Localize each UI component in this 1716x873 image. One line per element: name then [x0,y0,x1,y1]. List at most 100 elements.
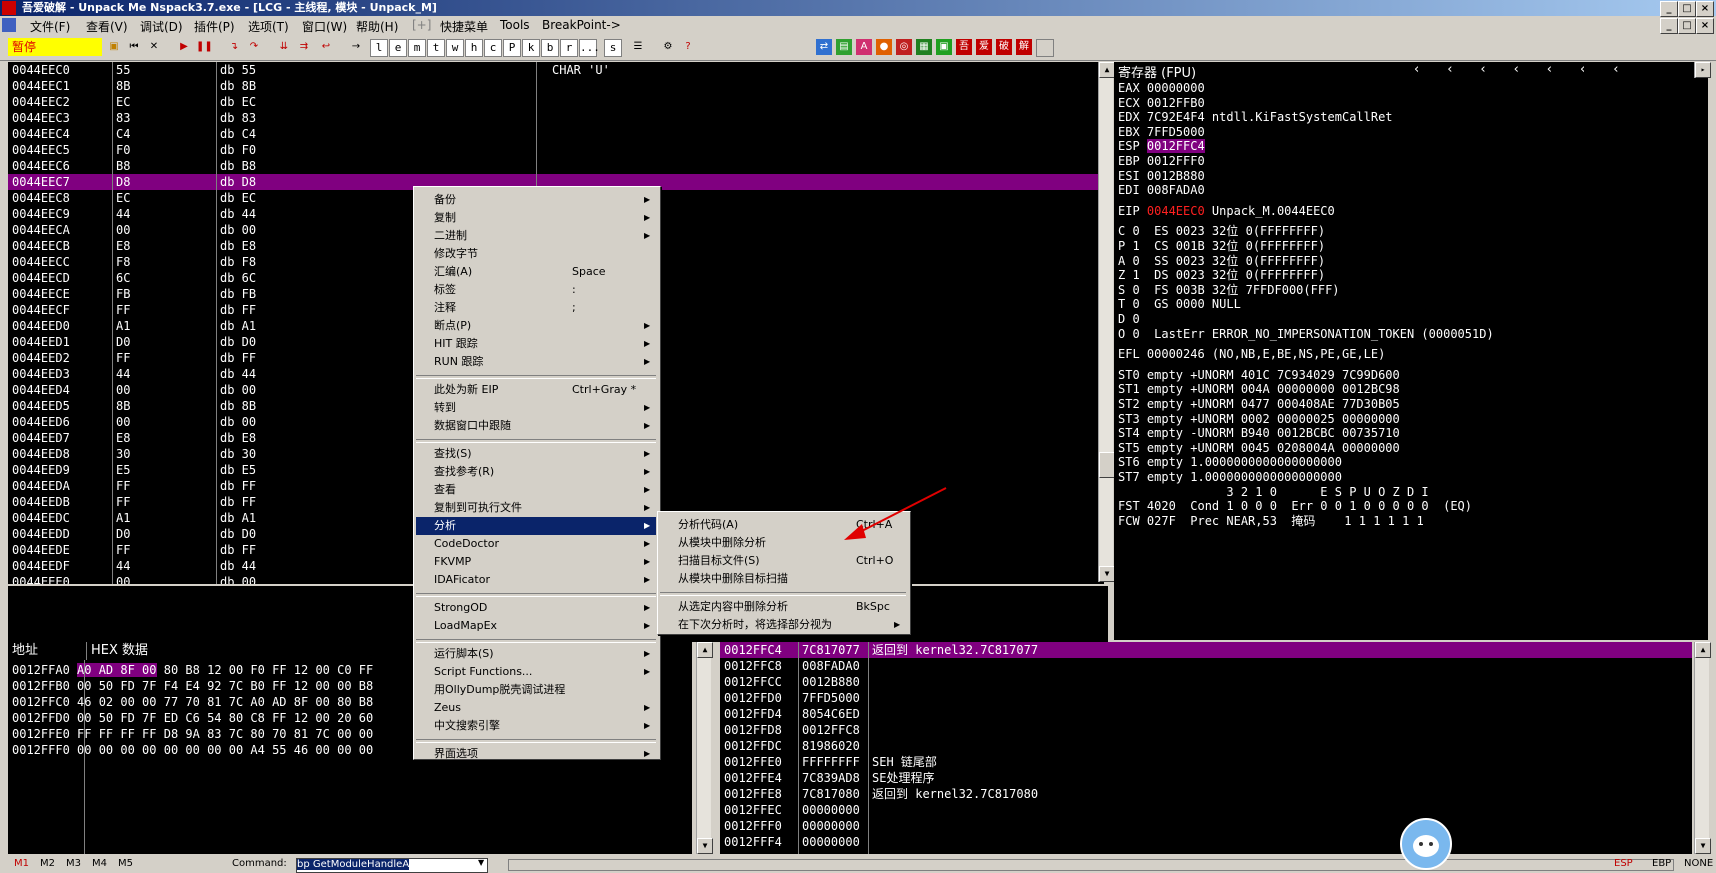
menu-view[interactable]: 查看(V) [86,18,128,35]
plugin-icon-7[interactable]: ▣ [936,39,952,55]
maximize-button[interactable]: □ [1678,1,1696,17]
register-line[interactable]: ST0 empty +UNORM 401C 7C934029 7C99D600 [1118,367,1400,383]
tab-m1[interactable]: M1 [14,858,29,869]
scroll-up-arrow[interactable]: ▲ [697,642,713,658]
command-dropdown-arrow[interactable]: ▼ [478,858,484,867]
register-line[interactable]: EAX 00000000 [1118,80,1205,96]
cpu-scrollbar[interactable]: ▲ ▼ [1098,62,1115,582]
register-line[interactable]: EFL 00000246 (NO,NB,E,BE,NS,PE,GE,LE) [1118,346,1385,362]
menu-file[interactable]: 文件(F) [30,18,70,35]
register-line[interactable]: P 1 CS 001B 32位 0(FFFFFFFF) [1118,238,1325,254]
plugin-icon-12[interactable] [1036,39,1054,57]
menu-tools[interactable]: Tools [500,18,530,32]
plugin-icon-1[interactable]: ⇄ [816,39,832,55]
close-button[interactable]: × [1696,1,1714,17]
menu-item[interactable]: 中文搜索引擎 ▶ [416,717,656,735]
register-line[interactable]: ST5 empty +UNORM 0045 0208004A 00000000 [1118,440,1400,456]
plugin-icon-6[interactable]: ▦ [916,39,932,55]
menu-item[interactable]: 数据窗口中跟随 ▶ [416,417,656,435]
toolbar-k-button[interactable]: k [522,39,540,57]
register-line[interactable]: T 0 GS 0000 NULL [1118,296,1241,312]
register-line[interactable]: A 0 SS 0023 32位 0(FFFFFFFF) [1118,253,1325,269]
menu-item[interactable]: 修改字节 [416,245,656,263]
stack-scrollbar[interactable]: ▲ ▼ [1694,642,1711,854]
plugin-icon-11[interactable]: 解 [1016,39,1032,55]
toolbar-e-button[interactable]: e [389,39,407,57]
scroll-down-arrow[interactable]: ▼ [697,838,713,854]
register-line[interactable]: C 0 ES 0023 32位 0(FFFFFFFF) [1118,223,1325,239]
toolbar-l-button[interactable]: l [370,39,388,57]
menu-item[interactable]: 复制 ▶ [416,209,656,227]
menu-item[interactable]: 查看 ▶ [416,481,656,499]
menu-item[interactable]: 复制到可执行文件 ▶ [416,499,656,517]
scroll-right-arrow[interactable]: ▸ [1695,62,1711,78]
menu-window[interactable]: 窗口(W) [302,18,347,35]
dump-row[interactable]: 0012FFC0 46 02 00 00 77 70 81 7C A0 AD 8… [12,694,373,710]
register-line[interactable]: S 0 FS 003B 32位 7FFDF000(FFF) [1118,282,1340,298]
pause-icon[interactable]: ❚❚ [196,39,213,55]
step-over-icon[interactable]: ↷ [246,39,262,55]
disasm-row[interactable]: 0044EEC3 83 db 83 [8,110,1104,126]
menu-item[interactable]: LoadMapEx ▶ [416,617,656,635]
register-line[interactable]: EDX 7C92E4F4 ntdll.KiFastSystemCallRet [1118,109,1393,125]
register-line[interactable]: ECX 0012FFB0 [1118,95,1205,111]
scroll-up-arrow[interactable]: ▲ [1695,642,1711,658]
menu-item[interactable]: 用OllyDump脱壳调试进程 [416,681,656,699]
child-close-button[interactable]: × [1696,18,1714,34]
toolbar-h-button[interactable]: h [465,39,483,57]
floating-assistant-icon[interactable] [1400,818,1452,870]
register-line[interactable]: EBP 0012FFF0 [1118,153,1205,169]
stack-row[interactable]: 0012FFE0 FFFFFFFF SEH 链尾部 [720,754,1692,770]
dump-row[interactable]: 0012FFD0 00 50 FD 7F ED C6 54 80 C8 FF 1… [12,710,373,726]
child-maximize-button[interactable]: □ [1678,18,1696,34]
menu-item[interactable]: StrongOD ▶ [416,599,656,617]
scroll-up-arrow[interactable]: ▲ [1099,62,1115,78]
toolbar-b-button[interactable]: b [541,39,559,57]
menu-item[interactable]: 二进制 ▶ [416,227,656,245]
stack-row[interactable]: 0012FFCC 0012B880 [720,674,1692,690]
child-minimize-button[interactable]: _ [1660,18,1678,34]
menu-item[interactable]: IDAFicator ▶ [416,571,656,589]
close-file-icon[interactable]: ✕ [146,39,162,55]
tab-m2[interactable]: M2 [40,858,55,869]
stack-row[interactable]: 0012FFE4 7C839AD8 SE处理程序 [720,770,1692,786]
register-line[interactable]: EBX 7FFD5000 [1118,124,1205,140]
plugin-icon-5[interactable]: ◎ [896,39,912,55]
toolbar-more-button[interactable]: ... [579,39,600,57]
list-icon[interactable]: ☰ [630,39,646,55]
scroll-down-arrow[interactable]: ▼ [1099,566,1115,582]
plugin-icon-9[interactable]: 爱 [976,39,992,55]
menu-item[interactable]: FKVMP ▶ [416,553,656,571]
stack-row[interactable]: 0012FFD8 0012FFC8 [720,722,1692,738]
disasm-row[interactable]: 0044EEC5 F0 db F0 [8,142,1104,158]
menu-item[interactable]: Script Functions... ▶ [416,663,656,681]
menu-item[interactable]: 从模块中删除目标扫描 [660,570,906,588]
tab-m4[interactable]: M4 [92,858,107,869]
menu-item[interactable]: HIT 跟踪 ▶ [416,335,656,353]
register-line[interactable]: EDI 008FADA0 [1118,182,1205,198]
plugin-icon-10[interactable]: 破 [996,39,1012,55]
help-icon[interactable]: ? [680,39,696,55]
menu-item[interactable]: 查找(S) ▶ [416,445,656,463]
stack-row[interactable]: 0012FFEC 00000000 [720,802,1692,818]
disasm-row[interactable]: 0044EEC6 B8 db B8 [8,158,1104,174]
trace-into-icon[interactable]: ⇊ [276,39,292,55]
toolbar-r-button[interactable]: r [560,39,578,57]
menu-help[interactable]: 帮助(H) [356,18,398,35]
plugin-icon-3[interactable]: A [856,39,872,55]
dump-address-header[interactable]: 地址 [8,642,84,660]
tab-m5[interactable]: M5 [118,858,133,869]
register-line[interactable]: ST7 empty 1.0000000000000000000 [1118,469,1342,485]
menu-item[interactable]: 界面选项 ▶ [416,745,656,763]
dump-row[interactable]: 0012FFB0 00 50 FD 7F F4 E4 92 7C B0 FF 1… [12,678,373,694]
scroll-thumb[interactable] [1099,452,1115,478]
stack-row[interactable]: 0012FFC8 008FADA0 [720,658,1692,674]
menu-item[interactable]: Zeus ▶ [416,699,656,717]
register-line[interactable]: FST 4020 Cond 1 0 0 0 Err 0 0 1 0 0 0 0 … [1118,498,1472,514]
register-line[interactable]: ESI 0012B880 [1118,168,1205,184]
disasm-row[interactable]: 0044EEC2 EC db EC [8,94,1104,110]
menu-plus[interactable]: [+] [412,18,431,32]
menu-item[interactable]: 运行脚本(S) ▶ [416,645,656,663]
menu-item[interactable]: 备份 ▶ [416,191,656,209]
register-line[interactable]: ST6 empty 1.0000000000000000000 [1118,454,1342,470]
